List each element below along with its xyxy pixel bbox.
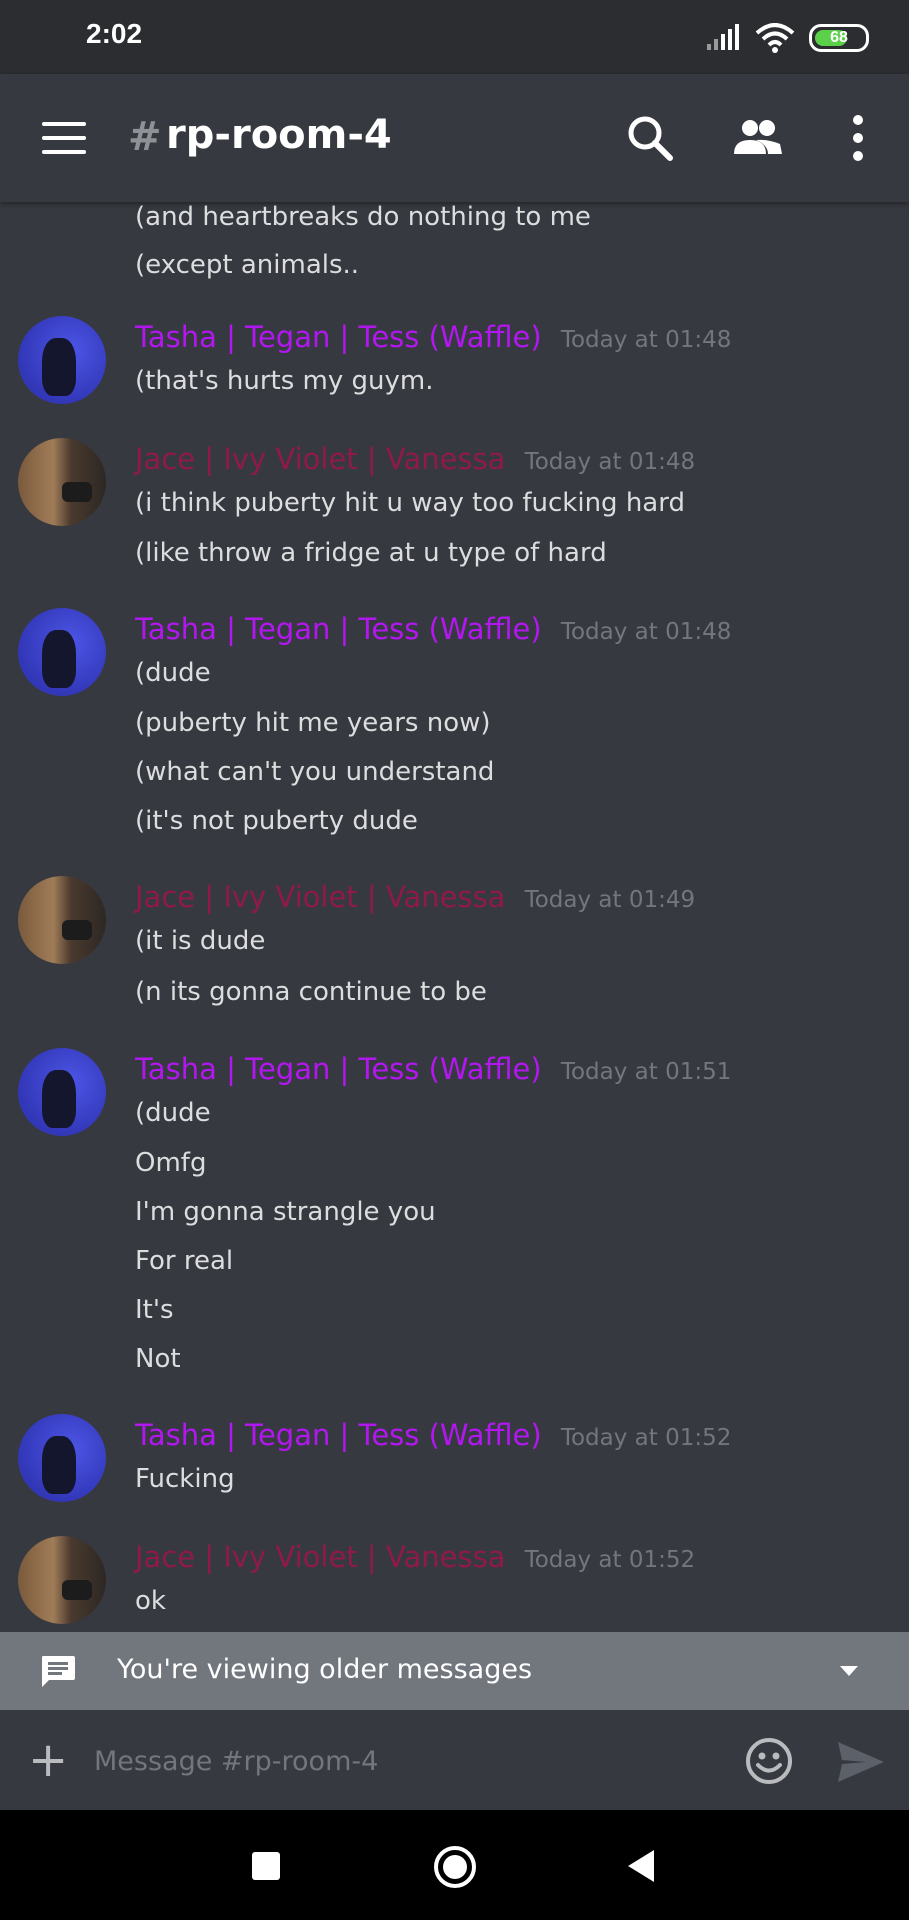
message-header: Tasha | Tegan | Tess (Waffle) Today at 0… <box>135 320 731 354</box>
channel-title: rp-room-4 <box>166 112 392 158</box>
recent-apps-icon[interactable] <box>252 1852 280 1880</box>
battery-icon: 68 <box>809 24 869 52</box>
avatar[interactable] <box>18 316 106 404</box>
avatar[interactable] <box>18 1536 106 1624</box>
message-header: Jace | Ivy Violet | Vanessa Today at 01:… <box>135 1540 695 1574</box>
search-icon[interactable] <box>624 112 676 164</box>
timestamp: Today at 01:52 <box>560 1425 732 1451</box>
message-text: (puberty hit me years now) <box>135 708 491 738</box>
message-header: Tasha | Tegan | Tess (Waffle) Today at 0… <box>135 1418 731 1452</box>
message-text: (that's hurts my guym. <box>135 366 434 396</box>
author-name[interactable]: Jace | Ivy Violet | Vanessa <box>135 1540 505 1574</box>
author-name[interactable]: Tasha | Tegan | Tess (Waffle) <box>135 320 542 354</box>
timestamp: Today at 01:49 <box>524 887 696 913</box>
timestamp: Today at 01:48 <box>560 327 732 353</box>
message-text: I'm gonna strangle you <box>135 1197 436 1227</box>
author-name[interactable]: Jace | Ivy Violet | Vanessa <box>135 880 505 914</box>
message-list[interactable]: (and heartbreaks do nothing to me (excep… <box>0 202 909 1632</box>
back-icon[interactable] <box>628 1850 654 1882</box>
message-text: (and heartbreaks do nothing to me <box>135 202 591 232</box>
avatar[interactable] <box>18 876 106 964</box>
author-name[interactable]: Jace | Ivy Violet | Vanessa <box>135 442 505 476</box>
emoji-icon[interactable] <box>744 1736 794 1786</box>
avatar[interactable] <box>18 1414 106 1502</box>
chat-bubble-icon <box>42 1656 75 1687</box>
message-text: It's <box>135 1295 174 1325</box>
timestamp: Today at 01:51 <box>560 1059 732 1085</box>
status-bar: 2:02 68 <box>0 0 909 74</box>
message-text: (i think puberty hit u way too fucking h… <box>135 488 685 518</box>
author-name[interactable]: Tasha | Tegan | Tess (Waffle) <box>135 612 542 646</box>
avatar[interactable] <box>18 608 106 696</box>
message-header: Jace | Ivy Violet | Vanessa Today at 01:… <box>135 442 695 476</box>
message-text: (it is dude <box>135 926 266 956</box>
author-name[interactable]: Tasha | Tegan | Tess (Waffle) <box>135 1052 542 1086</box>
message-header: Tasha | Tegan | Tess (Waffle) Today at 0… <box>135 612 731 646</box>
message-text: Omfg <box>135 1148 207 1178</box>
message-header: Tasha | Tegan | Tess (Waffle) Today at 0… <box>135 1052 731 1086</box>
message-header: Jace | Ivy Violet | Vanessa Today at 01:… <box>135 880 695 914</box>
send-icon[interactable] <box>836 1740 886 1784</box>
status-icons: 68 <box>705 22 869 54</box>
message-text: (dude <box>135 1098 211 1128</box>
message-input[interactable] <box>92 1738 716 1784</box>
message-text: Not <box>135 1344 181 1374</box>
status-time: 2:02 <box>86 18 143 49</box>
message-text: For real <box>135 1246 234 1276</box>
system-navigation-bar <box>0 1810 909 1920</box>
jump-down-icon[interactable] <box>840 1666 858 1676</box>
message-text: (it's not puberty dude <box>135 806 418 836</box>
signal-icon <box>707 24 739 50</box>
channel-hash-icon: # <box>128 114 162 160</box>
message-text: ok <box>135 1586 166 1616</box>
author-name[interactable]: Tasha | Tegan | Tess (Waffle) <box>135 1418 542 1452</box>
more-options-icon[interactable] <box>832 112 884 164</box>
message-text: (dude <box>135 658 211 688</box>
avatar[interactable] <box>18 438 106 526</box>
timestamp: Today at 01:48 <box>560 619 732 645</box>
add-attachment-icon[interactable]: + <box>28 1730 68 1790</box>
message-text: (except animals.. <box>135 250 360 280</box>
battery-level: 68 <box>830 29 848 46</box>
timestamp: Today at 01:52 <box>524 1547 696 1573</box>
message-composer: + <box>0 1710 909 1810</box>
message-text: (what can't you understand <box>135 757 495 787</box>
avatar[interactable] <box>18 1048 106 1136</box>
home-icon[interactable] <box>434 1846 476 1888</box>
hamburger-menu-icon[interactable] <box>42 122 86 154</box>
members-icon[interactable] <box>732 112 784 164</box>
message-text: (like throw a fridge at u type of hard <box>135 538 607 568</box>
timestamp: Today at 01:48 <box>524 449 696 475</box>
message-text: (n its gonna continue to be <box>135 977 487 1007</box>
message-text: Fucking <box>135 1464 235 1494</box>
older-messages-banner[interactable]: You're viewing older messages <box>0 1632 909 1710</box>
older-messages-label: You're viewing older messages <box>117 1654 533 1685</box>
channel-header: # rp-room-4 <box>0 74 909 202</box>
wifi-icon <box>755 23 795 53</box>
